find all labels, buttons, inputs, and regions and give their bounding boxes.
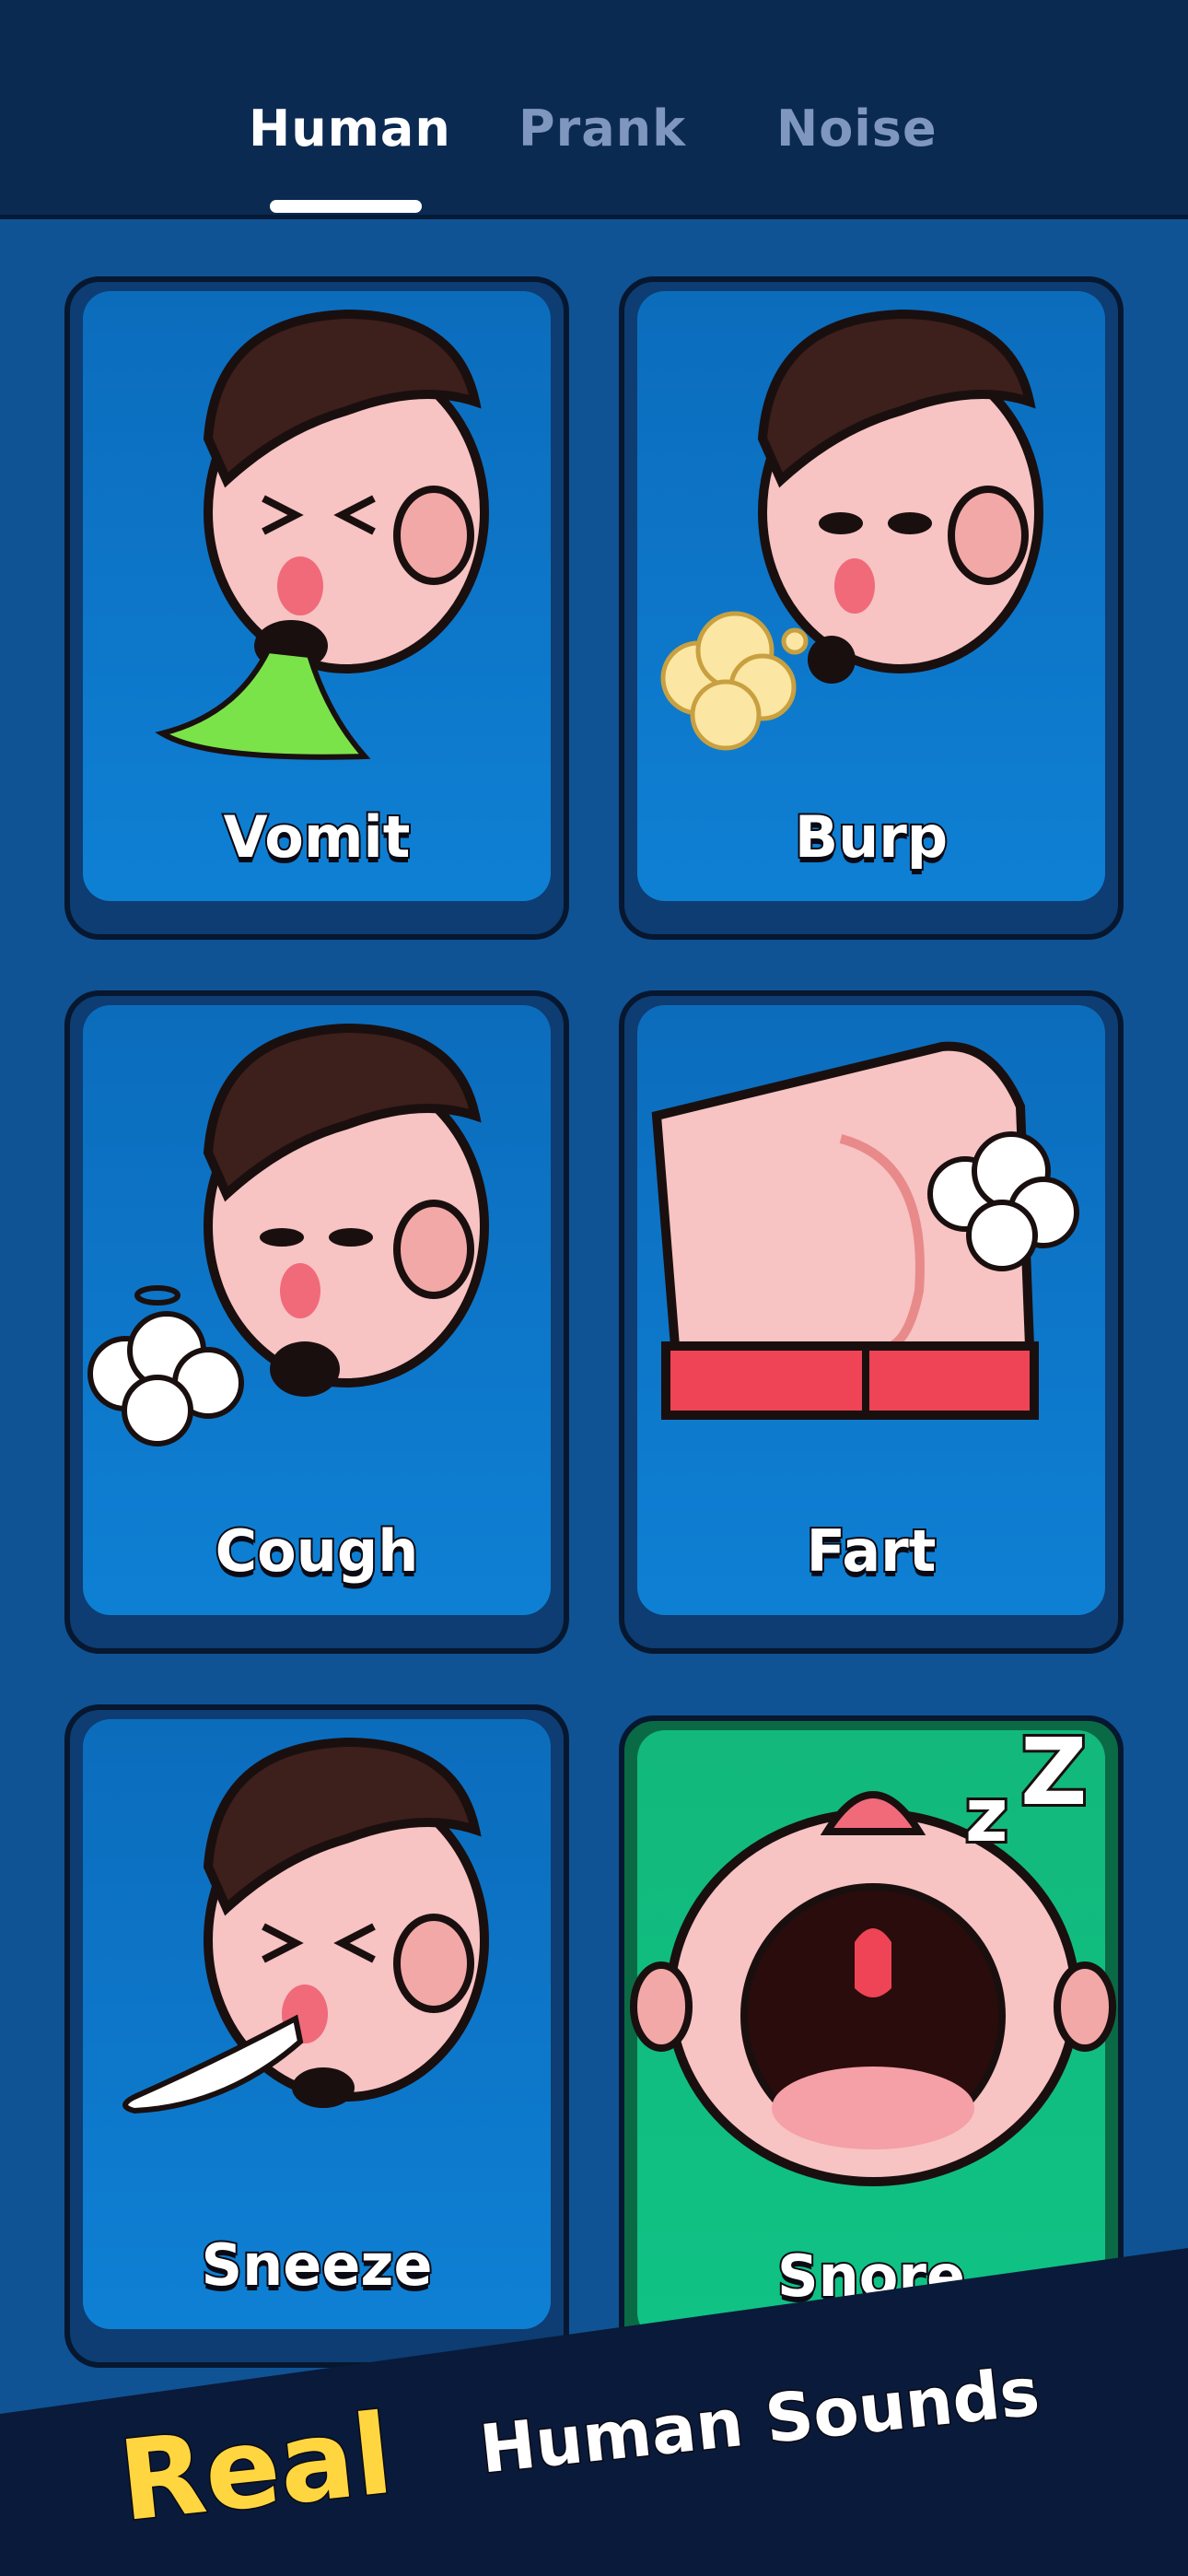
sound-card-cough[interactable]: Cough — [64, 990, 569, 1654]
svg-text:Z: Z — [1020, 1721, 1088, 1826]
card-label: Fart — [805, 1516, 938, 1587]
card-label: Cough — [214, 1516, 421, 1587]
active-tab-indicator — [270, 200, 422, 213]
sound-card-burp[interactable]: Burp — [619, 276, 1124, 940]
sound-card-vomit[interactable]: Vomit — [64, 276, 569, 940]
cough-face-icon — [87, 1023, 489, 1446]
sound-card-fart[interactable]: Fart — [619, 990, 1124, 1654]
sound-card-snore[interactable]: z Z Snore — [619, 1715, 1124, 2379]
svg-text:z: z — [965, 1773, 1008, 1858]
card-label: Burp — [793, 802, 949, 872]
burp-face-icon — [660, 309, 1043, 751]
fart-butt-icon — [651, 1041, 1079, 1420]
card-label: Vomit — [222, 802, 413, 872]
sneeze-face-icon — [122, 1737, 489, 2114]
banner-real-text: Real — [112, 2389, 400, 2547]
tab-bar: Human Prank Noise — [0, 0, 1188, 219]
tab-noise[interactable]: Noise — [776, 100, 938, 158]
snore-face-icon: z Z — [630, 1721, 1116, 2186]
tab-prank[interactable]: Prank — [518, 100, 686, 158]
tab-human[interactable]: Human — [249, 100, 451, 158]
vomit-face-icon — [155, 309, 489, 760]
card-label: Sneeze — [199, 2230, 434, 2301]
card-label: Snore — [775, 2241, 967, 2312]
sound-card-sneeze[interactable]: Sneeze — [64, 1704, 569, 2368]
